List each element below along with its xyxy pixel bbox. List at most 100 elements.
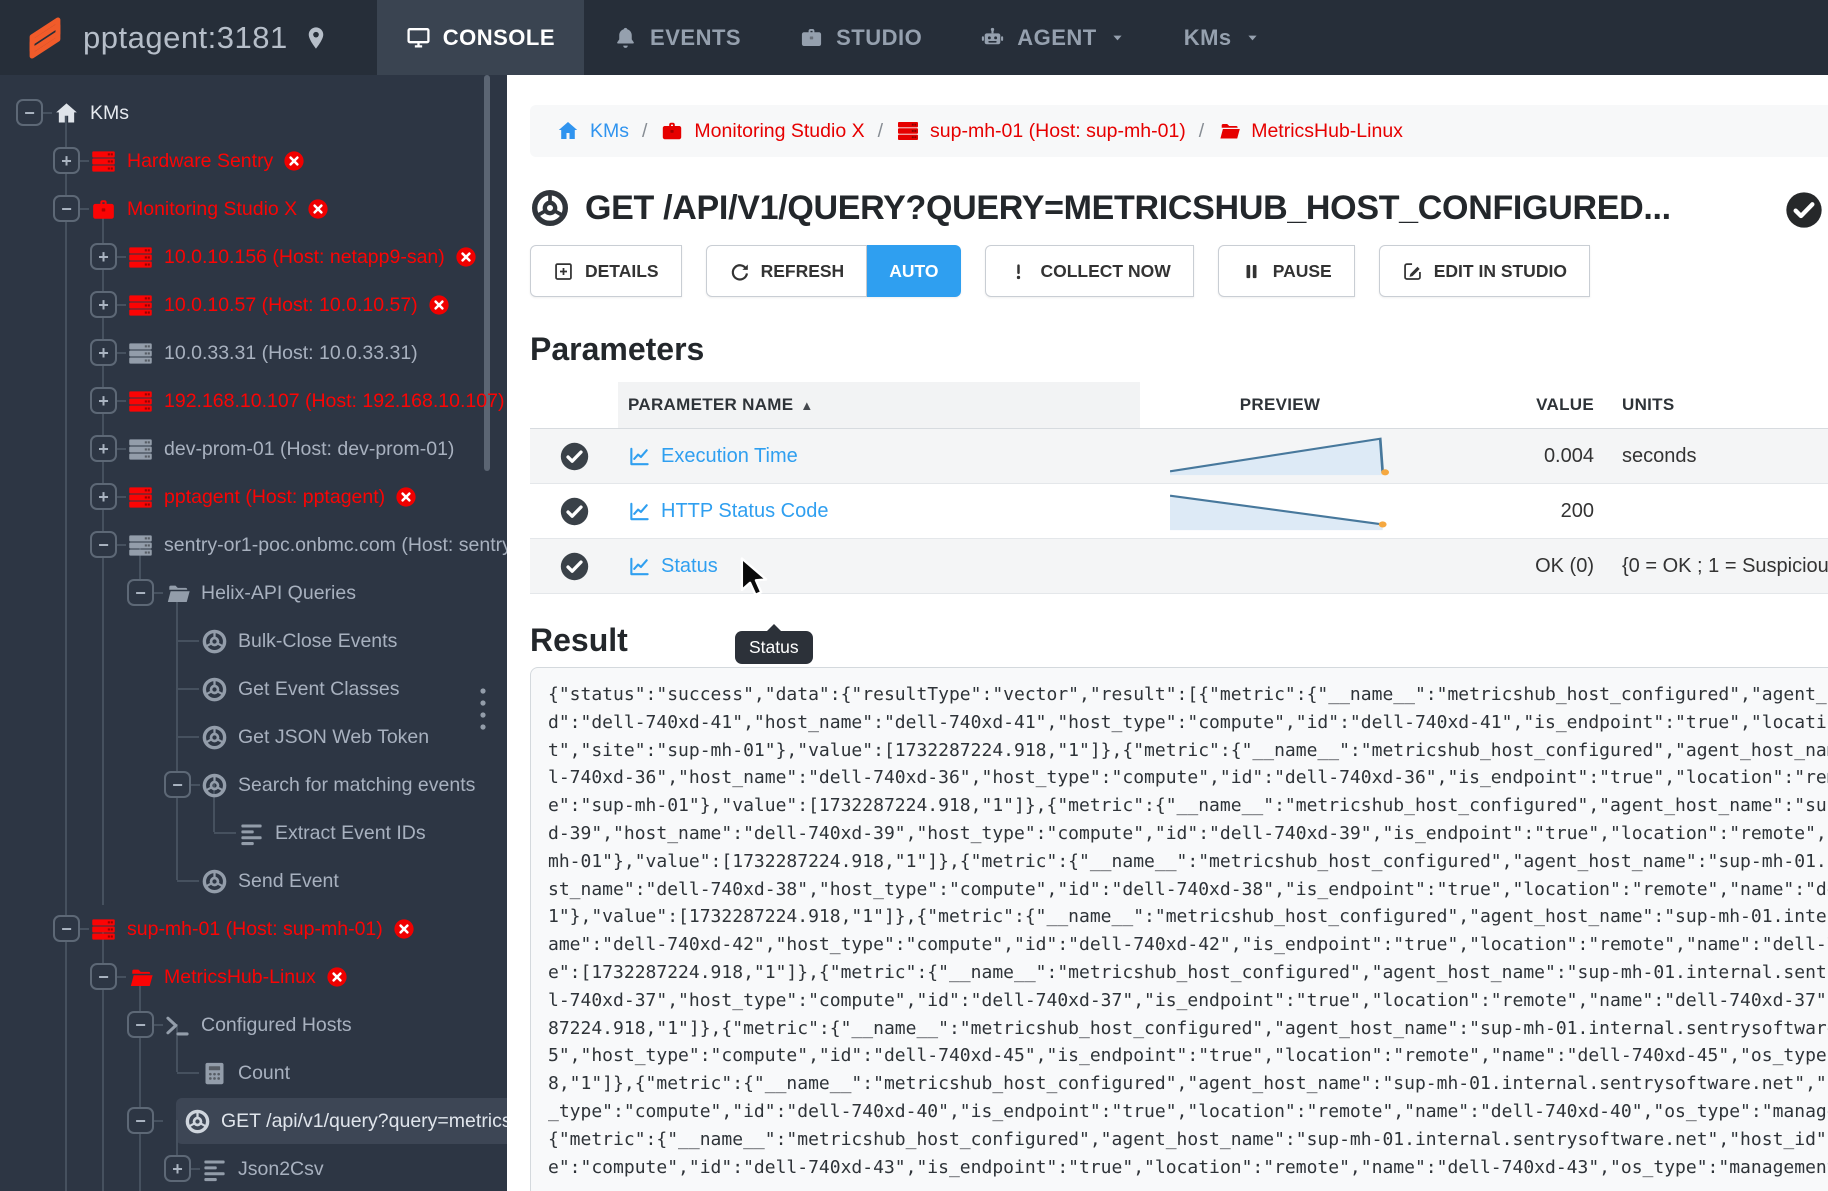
column-header-preview[interactable]: PREVIEW	[1140, 395, 1420, 415]
tree-dash-line	[190, 1168, 200, 1170]
breadcrumb-kms[interactable]: KMs	[556, 119, 629, 143]
breadcrumb-sup-mh-01-host-sup-mh-01-[interactable]: sup-mh-01 (Host: sup-mh-01)	[896, 119, 1186, 143]
tree-expander-plus[interactable]: +	[90, 291, 117, 318]
lines-icon	[238, 820, 265, 847]
server-icon	[127, 388, 154, 415]
parameters-table: PARAMETER NAME ▲ PREVIEW VALUE UNITS Exec…	[530, 382, 1828, 594]
tree-expander-plus[interactable]: +	[90, 339, 117, 366]
nav-item-kms[interactable]: KMs	[1155, 0, 1290, 75]
result-heading: Result	[530, 622, 628, 658]
tree-dash-line	[153, 592, 163, 594]
tree-item-search-for-matching-events[interactable]: − Search for matching events	[0, 736, 507, 809]
tree-item-kms[interactable]: − KMs	[0, 89, 507, 137]
tree-dash-line	[116, 304, 126, 306]
chart-icon	[628, 500, 651, 523]
tree-expander-plus[interactable]: +	[90, 387, 117, 414]
tree-dash-line	[116, 496, 126, 498]
sidebar-resize-handle[interactable]	[479, 687, 487, 731]
web-request-icon	[530, 188, 570, 228]
column-header-value[interactable]: VALUE	[1420, 395, 1600, 415]
tree-expander-minus[interactable]: −	[90, 531, 117, 558]
nav-item-agent[interactable]: AGENT	[951, 0, 1155, 75]
tree-item-helix-api-queries[interactable]: − Helix-API Queries	[0, 544, 507, 617]
tree-expander-minus[interactable]: −	[127, 579, 154, 606]
navbar-menu: CONSOLE EVENTS STUDIO AGENT KMs	[376, 0, 1290, 75]
tree-expander-plus[interactable]: +	[90, 243, 117, 270]
column-header-units[interactable]: UNITS	[1600, 395, 1828, 415]
tree-expander-plus[interactable]: +	[53, 147, 80, 174]
tree-expander-plus[interactable]: +	[90, 435, 117, 462]
tree-expander-minus[interactable]: −	[90, 963, 117, 990]
column-header-parameter-name[interactable]: PARAMETER NAME ▲	[618, 382, 1140, 428]
breadcrumb-monitoring-studio-x[interactable]: Monitoring Studio X	[660, 119, 865, 143]
server-icon	[127, 484, 154, 511]
result-line: ame":"dell-740xd-42","host_type":"comput…	[548, 934, 1828, 956]
tree-dash-line	[116, 448, 126, 450]
tree-item-10-0-10-57-host-10-0-10-57-[interactable]: + 10.0.10.57 (Host: 10.0.10.57)	[0, 256, 507, 329]
tree-dash-line	[116, 352, 126, 354]
server-icon	[127, 340, 154, 367]
tree-expander-minus[interactable]: −	[53, 195, 80, 222]
tree-item-10-0-33-31-host-10-0-33-31-[interactable]: + 10.0.33.31 (Host: 10.0.33.31)	[0, 304, 507, 377]
tree-expander-minus[interactable]: −	[127, 1107, 154, 1134]
details-button[interactable]: DETAILS	[530, 245, 682, 297]
status-check-icon	[530, 551, 618, 582]
tree-item-get-json-web-token[interactable]: Get JSON Web Token	[0, 688, 507, 761]
sparkline-chart	[1170, 437, 1390, 476]
km-tree: − KMs + Hardware Sentry − Monitoring Stu…	[0, 75, 507, 1191]
parameter-link-http-status-code[interactable]: HTTP Status Code	[618, 500, 1140, 523]
tree-item-count[interactable]: Count	[0, 1024, 507, 1097]
tree-item-192-168-10-107-host-192-168-10-107-[interactable]: + 192.168.10.107 (Host: 192.168.10.107)	[0, 352, 507, 425]
tree-expander-minus[interactable]: −	[53, 915, 80, 942]
auto-button[interactable]: AUTO	[867, 245, 962, 297]
button-group: DETAILS	[530, 245, 682, 297]
hostname-label: pptagent:3181	[83, 19, 288, 55]
parameter-link-status[interactable]: Status	[618, 555, 1140, 578]
refresh-button[interactable]: REFRESH	[705, 245, 868, 297]
tree-item-get-event-classes[interactable]: Get Event Classes	[0, 640, 507, 713]
tree-item-sentry-or1-poc-onbmc-com-host-sentry-or1[interactable]: − sentry-or1-poc.onbmc.com (Host: sentry…	[0, 496, 507, 569]
tree-item-10-0-10-156-host-netapp9-san-[interactable]: + 10.0.10.156 (Host: netapp9-san)	[0, 208, 507, 281]
breadcrumb-metricshub-linux[interactable]: MetricsHub-Linux	[1217, 119, 1403, 143]
tree-item-sup-mh-01-host-sup-mh-01-[interactable]: − sup-mh-01 (Host: sup-mh-01)	[0, 880, 507, 953]
tree-item-dev-prom-01-host-dev-prom-01-[interactable]: + dev-prom-01 (Host: dev-prom-01)	[0, 400, 507, 473]
refresh-icon	[729, 261, 750, 282]
edit-icon	[1402, 261, 1423, 282]
tree-item-json2csv[interactable]: + Json2Csv	[0, 1120, 507, 1191]
nav-item-events[interactable]: EVENTS	[584, 0, 770, 75]
nav-item-console[interactable]: CONSOLE	[376, 0, 585, 75]
web-icon	[201, 628, 228, 655]
server-icon	[127, 532, 154, 559]
tree-expander-minus[interactable]: −	[127, 1011, 154, 1038]
tree-expander-minus[interactable]: −	[16, 99, 43, 126]
tree-item-hardware-sentry[interactable]: + Hardware Sentry	[0, 112, 507, 185]
tree-item-send-event[interactable]: Send Event	[0, 832, 507, 905]
parameters-heading: Parameters	[530, 331, 705, 367]
tree-item-configured-hosts[interactable]: − Configured Hosts	[0, 976, 507, 1049]
tree-elbow-line	[177, 880, 199, 882]
tree-item-get-api-v1-query-query-metricshub-host-c[interactable]: − GET /api/v1/query?query=metricshub_hos…	[0, 1072, 507, 1145]
status-check-icon	[530, 441, 618, 472]
tree-expander-plus[interactable]: +	[90, 483, 117, 510]
tree-item-metricshub-linux[interactable]: − MetricsHub-Linux	[0, 928, 507, 1001]
tree-expander-plus[interactable]: +	[164, 1155, 191, 1182]
brand[interactable]: pptagent:3181	[0, 15, 329, 61]
sentry-logo-icon	[22, 15, 68, 61]
tree-item-monitoring-studio-x[interactable]: − Monitoring Studio X	[0, 160, 507, 233]
tree-item-extract-event-ids[interactable]: Extract Event IDs	[0, 784, 507, 857]
tree-expander-minus[interactable]: −	[164, 771, 191, 798]
nav-item-studio[interactable]: STUDIO	[770, 0, 951, 75]
pause-button[interactable]: PAUSE	[1217, 245, 1355, 297]
parameter-row-execution-time: Execution Time 0.004 seconds	[530, 429, 1828, 484]
breadcrumb-separator: /	[877, 119, 884, 142]
web-icon	[201, 772, 228, 799]
collect-now-button[interactable]: COLLECT NOW	[985, 245, 1194, 297]
tree-item-pptagent-host-pptagent-[interactable]: + pptagent (Host: pptagent)	[0, 448, 507, 521]
error-badge-icon	[307, 198, 329, 220]
parameter-link-execution-time[interactable]: Execution Time	[618, 445, 1140, 468]
page-title: GET /API/V1/QUERY?QUERY=METRICSHUB_HOST_…	[585, 188, 1671, 227]
tree-item-bulk-close-events[interactable]: Bulk-Close Events	[0, 592, 507, 665]
edit-in-studio-button[interactable]: EDIT IN STUDIO	[1378, 245, 1590, 297]
toolbox-icon	[660, 119, 684, 143]
button-group: PAUSE	[1217, 245, 1355, 297]
